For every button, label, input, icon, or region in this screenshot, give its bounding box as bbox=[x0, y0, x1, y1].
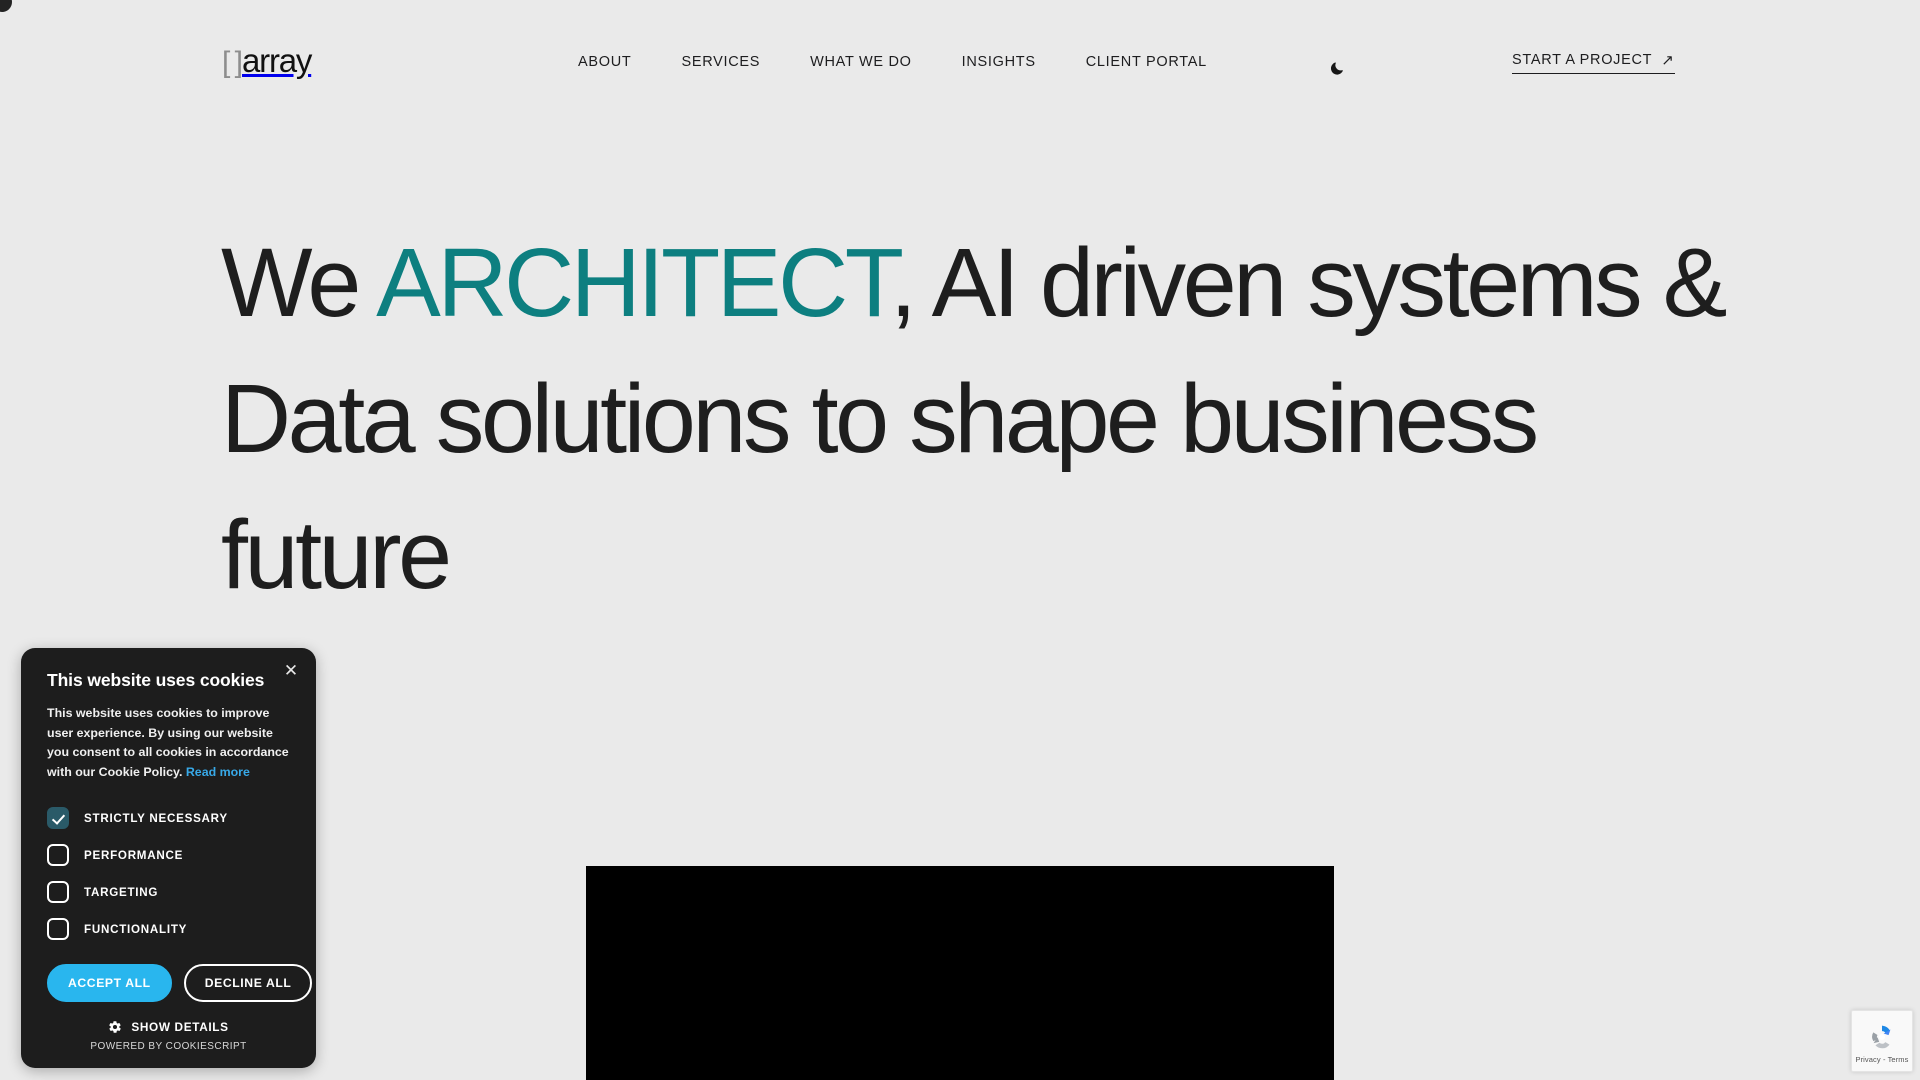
cookie-body-text: This website uses cookies to improve use… bbox=[47, 706, 289, 779]
cta-label: START A PROJECT bbox=[1512, 52, 1653, 68]
cookie-option-label: FUNCTIONALITY bbox=[84, 922, 188, 936]
headline-part-1: We bbox=[221, 228, 377, 337]
cookie-option-performance[interactable]: PERFORMANCE bbox=[47, 840, 290, 870]
hero-section: We ARCHITECT, AI driven systems & Data s… bbox=[0, 215, 1920, 623]
cookie-action-buttons: ACCEPT ALL DECLINE ALL bbox=[47, 964, 313, 1003]
cookie-consent-banner: ✕ This website uses cookies This website… bbox=[21, 648, 316, 1069]
cookie-banner-body: This website uses cookies to improve use… bbox=[47, 704, 290, 782]
nav-item-what-we-do[interactable]: WHAT WE DO bbox=[810, 54, 912, 70]
headline-accent-word: ARCHITECT bbox=[376, 228, 893, 337]
nav-item-about[interactable]: ABOUT bbox=[578, 54, 631, 70]
nav-item-services[interactable]: SERVICES bbox=[681, 54, 760, 70]
hero-headline: We ARCHITECT, AI driven systems & Data s… bbox=[221, 215, 1781, 623]
read-more-link[interactable]: Read more bbox=[186, 765, 250, 779]
site-header: [ ] array ABOUT SERVICES WHAT WE DO INSIG… bbox=[0, 0, 1920, 104]
checkbox-targeting[interactable] bbox=[47, 881, 69, 904]
checkbox-performance[interactable] bbox=[47, 844, 69, 867]
start-a-project-button[interactable]: START A PROJECT ↗ bbox=[1512, 52, 1675, 74]
close-icon[interactable]: ✕ bbox=[280, 660, 302, 682]
site-logo[interactable]: [ ] array bbox=[222, 42, 312, 79]
page-root: [ ] array ABOUT SERVICES WHAT WE DO INSIG… bbox=[0, 0, 1920, 1080]
recaptcha-icon bbox=[1867, 1022, 1897, 1052]
main-navigation: ABOUT SERVICES WHAT WE DO INSIGHTS CLIEN… bbox=[578, 54, 1207, 70]
cookie-category-list: STRICTLY NECESSARY PERFORMANCE TARGETING… bbox=[47, 803, 290, 944]
theme-toggle-button[interactable] bbox=[1325, 54, 1351, 80]
show-details-button[interactable]: SHOW DETAILS bbox=[47, 1020, 290, 1034]
cookie-banner-title: This website uses cookies bbox=[47, 670, 265, 690]
cookie-option-strictly-necessary[interactable]: STRICTLY NECESSARY bbox=[47, 803, 290, 833]
cookie-option-label: PERFORMANCE bbox=[84, 848, 184, 862]
cookie-option-label: STRICTLY NECESSARY bbox=[84, 811, 228, 825]
hero-video-block[interactable] bbox=[586, 866, 1334, 1080]
checkbox-strictly-necessary[interactable] bbox=[47, 807, 69, 830]
cookie-option-targeting[interactable]: TARGETING bbox=[47, 877, 290, 907]
recaptcha-badge[interactable]: Privacy - Terms bbox=[1851, 1010, 1913, 1072]
powered-by-label: POWERED BY COOKIESCRIPT bbox=[90, 1041, 247, 1053]
logo-wordmark: array bbox=[242, 42, 312, 79]
recaptcha-privacy-terms: Privacy - Terms bbox=[1855, 1055, 1909, 1064]
nav-item-client-portal[interactable]: CLIENT PORTAL bbox=[1086, 54, 1207, 70]
checkbox-functionality[interactable] bbox=[47, 918, 69, 941]
cookie-option-functionality[interactable]: FUNCTIONALITY bbox=[47, 914, 290, 944]
gear-icon bbox=[108, 1020, 122, 1034]
cookie-option-label: TARGETING bbox=[84, 885, 159, 899]
moon-icon bbox=[1330, 60, 1346, 75]
show-details-label: SHOW DETAILS bbox=[131, 1020, 229, 1035]
logo-brackets: [ ] bbox=[222, 46, 243, 79]
decline-all-button[interactable]: DECLINE ALL bbox=[183, 964, 313, 1003]
arrow-up-right-icon: ↗ bbox=[1661, 51, 1675, 69]
accept-all-button[interactable]: ACCEPT ALL bbox=[47, 964, 172, 1003]
nav-item-insights[interactable]: INSIGHTS bbox=[962, 54, 1036, 70]
